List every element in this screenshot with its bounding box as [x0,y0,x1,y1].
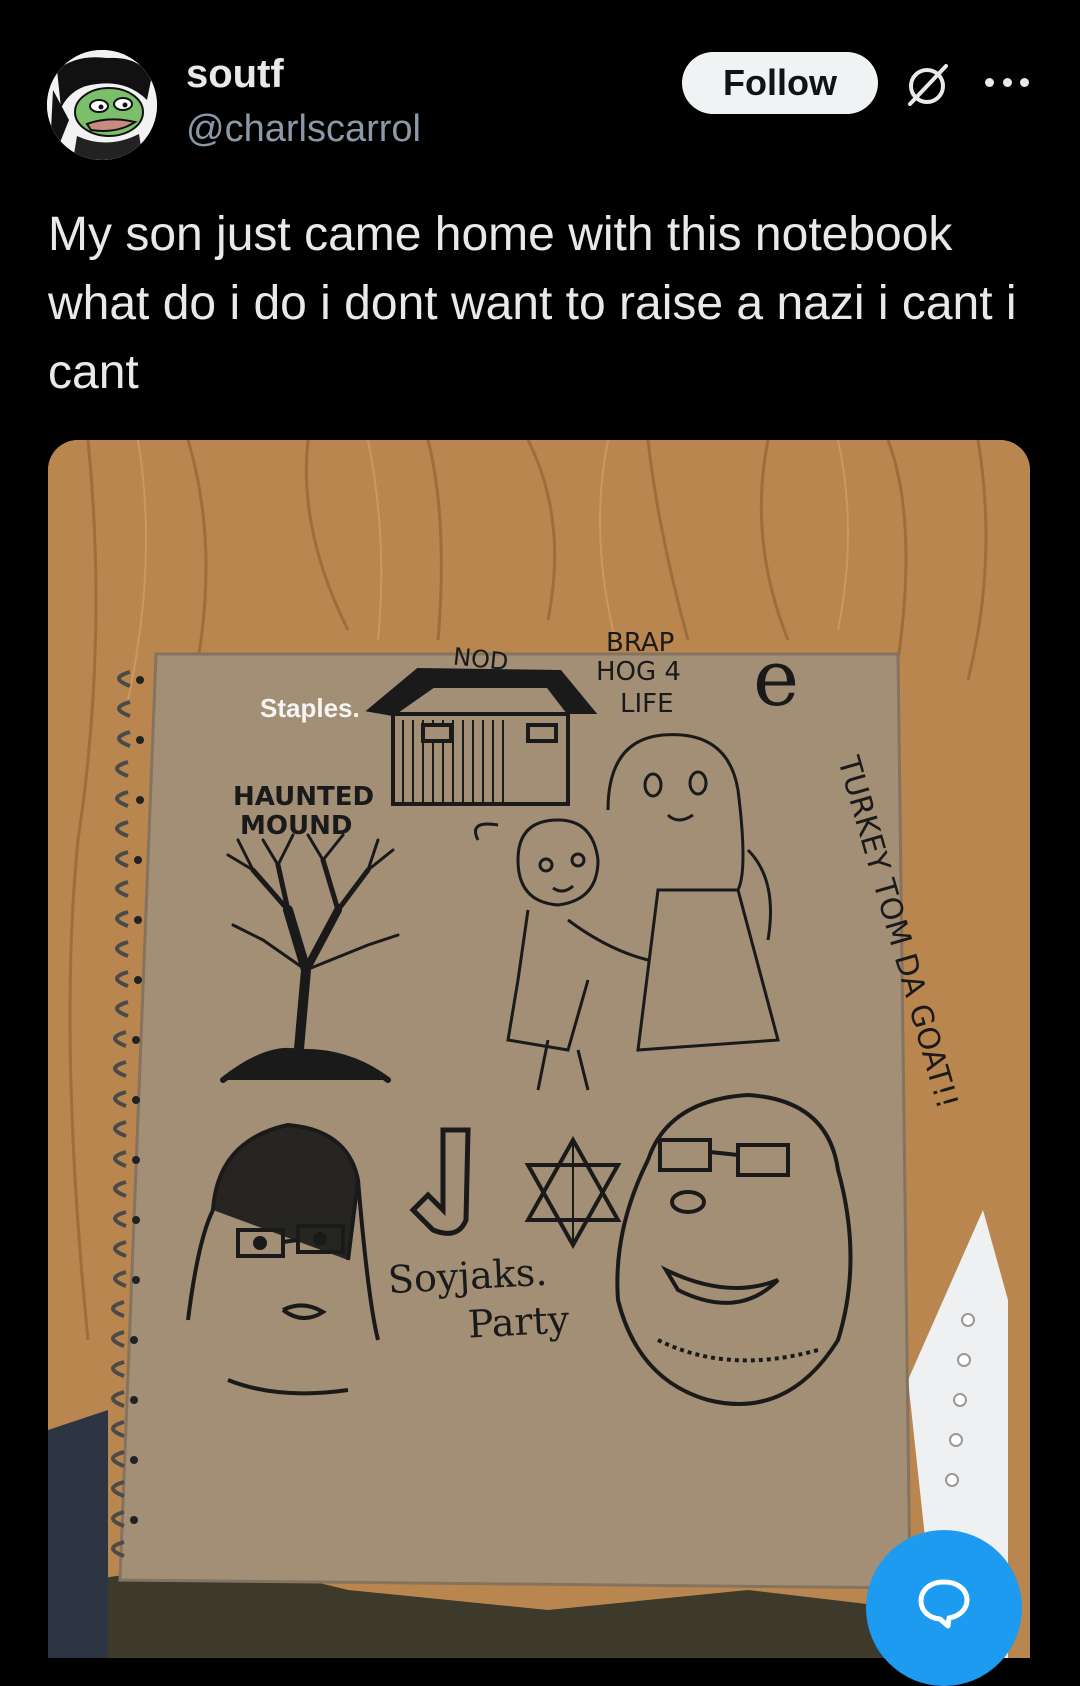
pepe-avatar-icon[interactable] [47,50,157,160]
doodle-haunted-line1: HAUNTED [233,782,374,812]
doodle-brap-line1: BRAP [606,628,674,658]
grok-icon[interactable] [900,58,954,112]
tweet-header: soutf @charlscarrol Follow [0,0,1080,170]
more-options-icon[interactable] [985,62,1029,102]
doodle-soyjaks-line1: Soyjaks. [387,1250,549,1302]
tweet-text: My son just came home with this notebook… [48,208,1030,399]
doodle-brap-line3: LIFE [620,689,674,719]
doodle-letter-e: e [753,634,799,724]
doodle-nod-label: NOD [452,642,510,676]
reply-fab-button[interactable] [866,1530,1022,1686]
follow-button[interactable]: Follow [682,52,878,114]
doodle-brap-line2: HOG 4 [596,657,681,687]
doodle-soyjaks-line2: Party [467,1297,571,1346]
display-name[interactable]: soutf [186,52,284,97]
reply-bubble-icon [918,1579,970,1629]
doodle-haunted-line2: MOUND [240,811,352,841]
staples-logo-text: Staples. [260,693,360,723]
tweet-photo[interactable]: Staples. NOD BRAP HOG 4 LIFE e HAUNTED M… [48,440,1030,1658]
user-handle[interactable]: @charlscarrol [186,108,421,151]
